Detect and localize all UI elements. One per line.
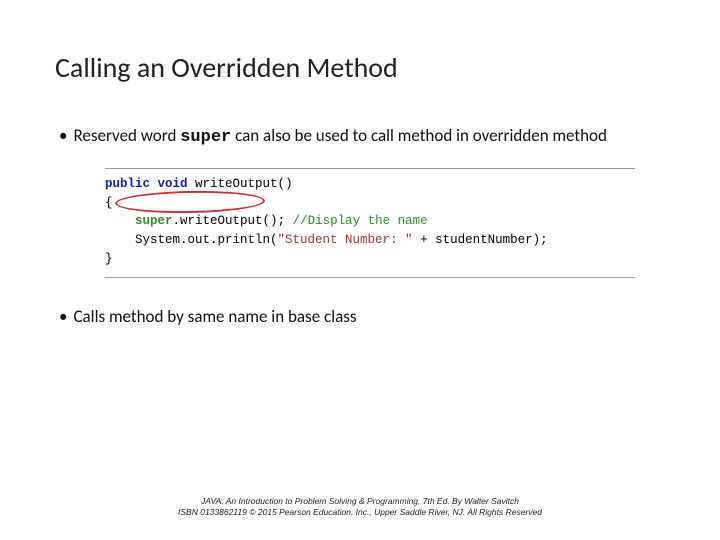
code-sys: System.out.println( xyxy=(105,233,278,247)
kw-public: public xyxy=(105,177,150,191)
bullet-2: • Calls method by same name in base class xyxy=(55,306,665,329)
footer-line-2: ISBN 0133862119 © 2015 Pearson Education… xyxy=(0,507,720,518)
footer-rest: , 7th Ed. By Walter Savitch xyxy=(418,496,519,506)
code-string: "Student Number: " xyxy=(278,233,413,247)
code-line-1: public void writeOutput() xyxy=(105,175,635,194)
code-block: public void writeOutput() { super.writeO… xyxy=(105,168,635,278)
slide-title: Calling an Overridden Method xyxy=(55,50,665,85)
bullet-1: • Reserved word super can also be used to… xyxy=(55,125,665,150)
code-line-2: { xyxy=(105,194,635,213)
kw-void: void xyxy=(158,177,188,191)
bullet-1-keyword: super xyxy=(180,128,231,147)
footer: JAVA: An Introduction to Problem Solving… xyxy=(0,496,720,518)
footer-title: JAVA: An Introduction to Problem Solving… xyxy=(201,496,418,506)
code-after-str: + studentNumber); xyxy=(413,233,548,247)
code-line-5: } xyxy=(105,250,635,269)
footer-line-1: JAVA: An Introduction to Problem Solving… xyxy=(0,496,720,507)
code-line-4: System.out.println("Student Number: " + … xyxy=(105,231,635,250)
bullet-1-text-pre: Reserved word xyxy=(73,125,180,146)
bullet-1-text-post: can also be used to call method in overr… xyxy=(231,125,607,146)
kw-super: super xyxy=(135,214,173,228)
code-comment: //Display the name xyxy=(293,214,428,228)
bullet-dot: • xyxy=(59,306,67,329)
code-line-3: super.writeOutput(); //Display the name xyxy=(105,212,635,231)
bullet-2-text: Calls method by same name in base class xyxy=(73,306,356,327)
bullet-dot: • xyxy=(59,125,67,148)
code-call: .writeOutput(); xyxy=(173,214,293,228)
code-sig: writeOutput() xyxy=(188,177,293,191)
